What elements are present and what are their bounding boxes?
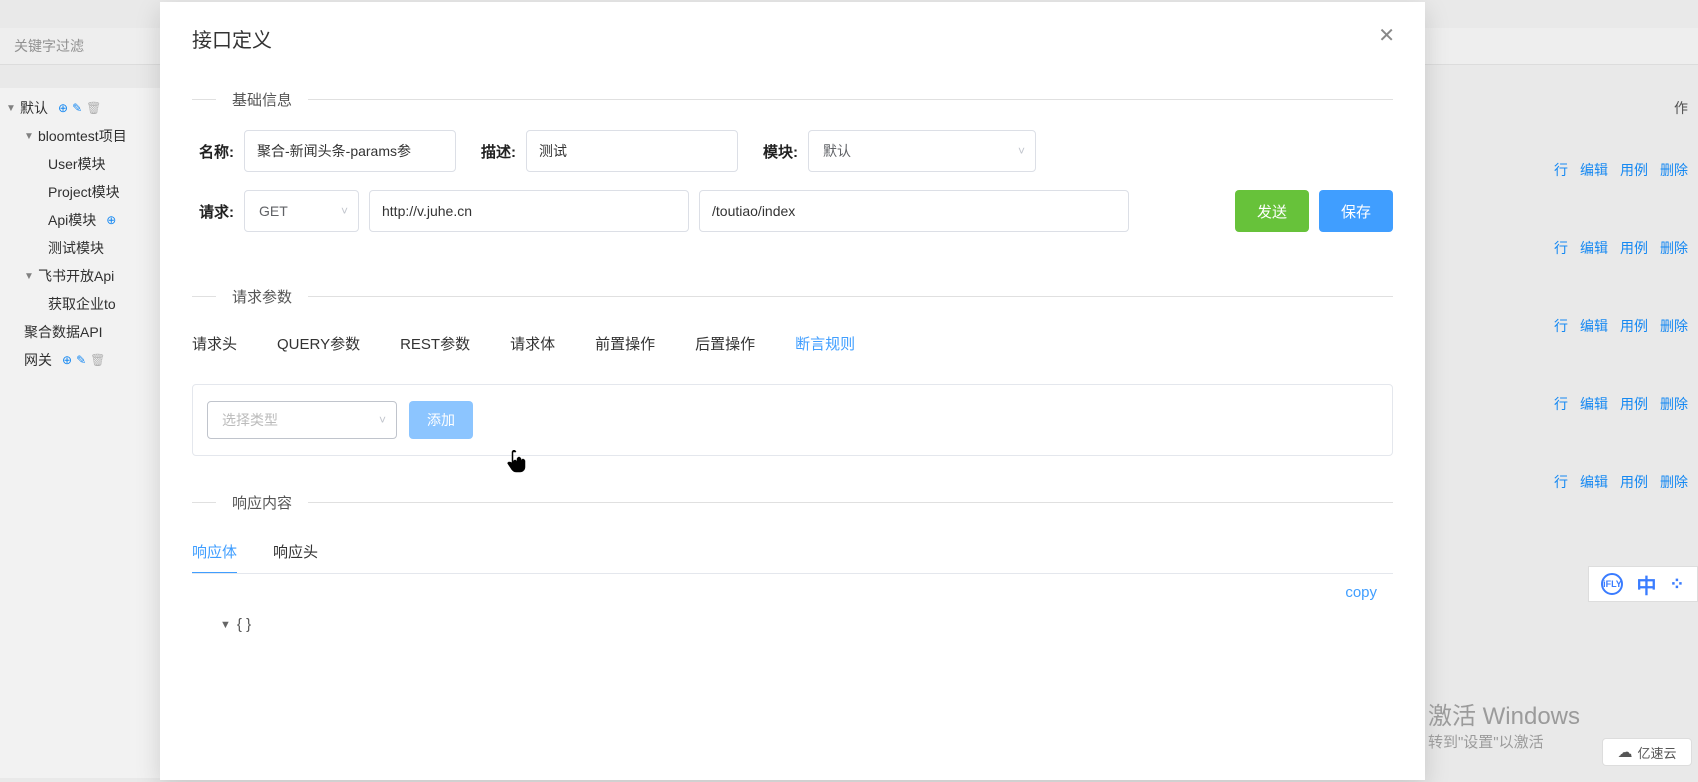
name-input[interactable] — [244, 130, 456, 172]
tab-resp-header[interactable]: 响应头 — [273, 541, 318, 574]
desc-input[interactable] — [526, 130, 738, 172]
assert-box: 选择类型 ˅ 添加 — [192, 384, 1393, 456]
ime-toolbar[interactable]: iFLY 中 ⁘ — [1588, 566, 1698, 602]
ime-lang-zh[interactable]: 中 — [1636, 570, 1656, 599]
basic-row-2: 请求: GET ˅ 发送 保存 — [192, 190, 1393, 232]
module-select-value: 默认 — [823, 141, 851, 161]
name-label: 名称: — [192, 141, 234, 162]
module-select[interactable]: 默认 ˅ — [808, 130, 1036, 172]
tab-assert[interactable]: 断言规则 — [795, 333, 855, 362]
module-label: 模块: — [756, 141, 798, 162]
section-basic: 基础信息 — [192, 89, 1393, 110]
win-title: 激活 Windows — [1428, 696, 1580, 731]
api-def-modal: 接口定义 ✕ 基础信息 名称: 描述: 模块: 默认 ˅ 请求: GET ˅ 发… — [160, 2, 1425, 780]
tab-resp-body[interactable]: 响应体 — [192, 541, 237, 574]
save-button[interactable]: 保存 — [1319, 190, 1393, 232]
cloud-label: 亿速云 — [1637, 743, 1676, 762]
ifly-icon[interactable]: iFLY — [1601, 573, 1623, 595]
method-select[interactable]: GET ˅ — [244, 190, 359, 232]
add-button[interactable]: 添加 — [409, 401, 473, 439]
tab-headers[interactable]: 请求头 — [192, 333, 237, 362]
desc-label: 描述: — [474, 141, 516, 162]
section-label: 请求参数 — [232, 286, 292, 307]
send-button[interactable]: 发送 — [1235, 190, 1309, 232]
basic-row-1: 名称: 描述: 模块: 默认 ˅ — [192, 130, 1393, 172]
request-label: 请求: — [192, 201, 234, 222]
modal-title: 接口定义 — [192, 24, 1393, 53]
json-root-brace: { } — [237, 616, 251, 633]
tab-query[interactable]: QUERY参数 — [277, 333, 360, 362]
chevron-down-icon: ˅ — [341, 204, 348, 218]
cloud-badge[interactable]: ☁ 亿速云 — [1602, 738, 1692, 766]
win-subtitle: 转到"设置"以激活 — [1428, 731, 1580, 752]
assert-type-select[interactable]: 选择类型 ˅ — [207, 401, 397, 439]
section-label: 基础信息 — [232, 89, 292, 110]
collapse-icon[interactable]: ▼ — [220, 619, 231, 631]
chevron-down-icon: ˅ — [1018, 144, 1025, 158]
windows-activate-watermark: 激活 Windows 转到"设置"以激活 — [1428, 696, 1580, 752]
tab-body[interactable]: 请求体 — [510, 333, 555, 362]
cloud-icon: ☁ — [1617, 743, 1632, 761]
section-response: 响应内容 — [192, 492, 1393, 513]
copy-link[interactable]: copy — [1345, 584, 1377, 601]
tab-pre[interactable]: 前置操作 — [595, 333, 655, 362]
section-label: 响应内容 — [232, 492, 292, 513]
ime-more-icon[interactable]: ⁘ — [1669, 574, 1684, 595]
close-icon[interactable]: ✕ — [1378, 26, 1395, 46]
tab-rest[interactable]: REST参数 — [400, 333, 470, 362]
method-select-value: GET — [259, 203, 288, 219]
param-tabs: 请求头 QUERY参数 REST参数 请求体 前置操作 后置操作 断言规则 — [192, 333, 1393, 362]
host-input[interactable] — [369, 190, 689, 232]
path-input[interactable] — [699, 190, 1129, 232]
response-tabs: 响应体 响应头 — [192, 541, 1393, 574]
json-root[interactable]: ▼ { } — [220, 616, 1387, 633]
tab-post[interactable]: 后置操作 — [695, 333, 755, 362]
assert-type-placeholder: 选择类型 — [222, 410, 278, 430]
section-params: 请求参数 — [192, 286, 1393, 307]
chevron-down-icon: ˅ — [379, 413, 386, 427]
response-body: copy ▼ { } — [192, 574, 1393, 651]
